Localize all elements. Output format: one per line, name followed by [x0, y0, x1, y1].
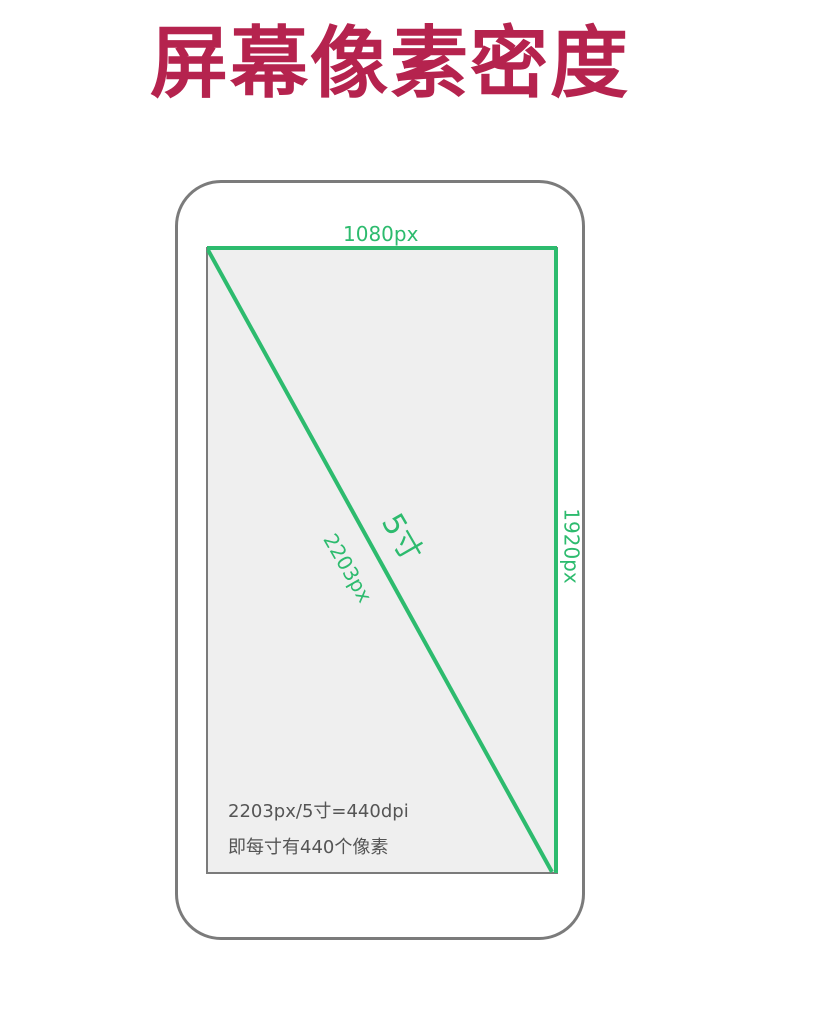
diagonal-line	[206, 249, 554, 873]
width-label: 1080px	[343, 222, 419, 246]
height-label: 1920px	[559, 508, 584, 584]
dpi-formula: 2203px/5寸=440dpi	[228, 801, 409, 822]
dpi-explanation: 即每寸有440个像素	[228, 837, 389, 858]
